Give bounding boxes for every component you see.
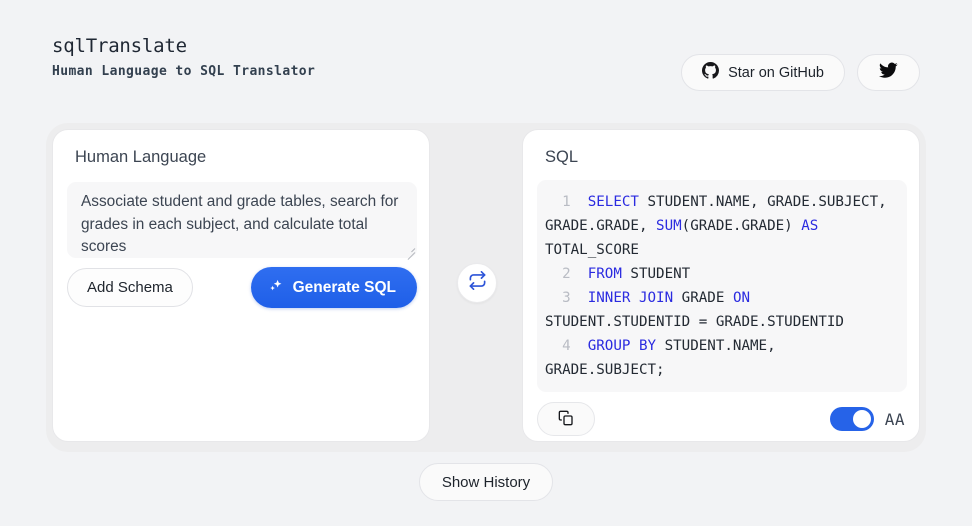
star-on-github-button[interactable]: Star on GitHub [681,54,845,91]
human-language-card: Human Language Add Schema Generate SQL [52,129,430,442]
copy-icon [558,410,574,429]
sql-keyword: SUM [656,218,682,234]
app-title: sqlTranslate [52,35,187,57]
brand: sqlTranslate Human Language to SQL Trans… [52,34,315,82]
sql-keyword: ON [732,290,751,306]
font-size-toggle[interactable] [829,407,874,431]
app-root: sqlTranslate Human Language to SQL Trans… [0,0,972,526]
swap-direction-button[interactable] [457,263,497,303]
code-line-number: 3 [545,290,588,306]
footer: Show History [0,463,972,501]
workspace-panel: Human Language Add Schema Generate SQL [46,123,926,452]
github-icon [702,62,720,83]
sql-keyword: SELECT [587,194,639,210]
sql-code-output[interactable]: 1 SELECT STUDENT.NAME, GRADE.SUBJECT, GR… [537,180,907,392]
generate-sql-label: Generate SQL [292,278,396,296]
human-language-input[interactable] [67,182,417,258]
header-actions: Star on GitHub [681,54,920,91]
sql-keyword: GROUP BY [587,338,657,354]
sparkle-icon [268,277,285,299]
add-schema-button[interactable]: Add Schema [67,268,193,307]
sql-card: SQL 1 SELECT STUDENT.NAME, GRADE.SUBJECT… [522,129,920,442]
swap-arrows-icon [468,270,487,295]
code-line-number: 2 [545,266,588,282]
sql-identifier: GRADE [673,290,733,306]
sql-footer: AA [537,402,907,436]
sql-keyword: AS [801,218,819,234]
app-subtitle: Human Language to SQL Translator [52,64,316,79]
code-line-number: 4 [545,338,588,354]
sql-title: SQL [545,148,579,166]
human-language-title: Human Language [75,148,207,166]
show-history-button[interactable]: Show History [418,463,554,501]
twitter-icon [879,62,898,83]
font-size-toggle-group: AA [829,407,907,431]
generate-sql-button[interactable]: Generate SQL [250,267,417,308]
toggle-knob [852,410,871,428]
font-size-label: AA [884,409,905,429]
sql-identifier: (GRADE.GRADE) [681,218,802,234]
input-actions: Add Schema Generate SQL [67,267,417,308]
sql-keyword: INNER JOIN [587,290,674,306]
copy-button[interactable] [537,402,595,436]
sql-keyword: FROM [587,266,622,282]
app-header: sqlTranslate Human Language to SQL Trans… [52,34,920,92]
code-line-number: 1 [545,194,588,210]
sql-identifier: STUDENT [621,266,691,282]
star-on-github-label: Star on GitHub [728,64,824,81]
twitter-button[interactable] [857,54,920,91]
